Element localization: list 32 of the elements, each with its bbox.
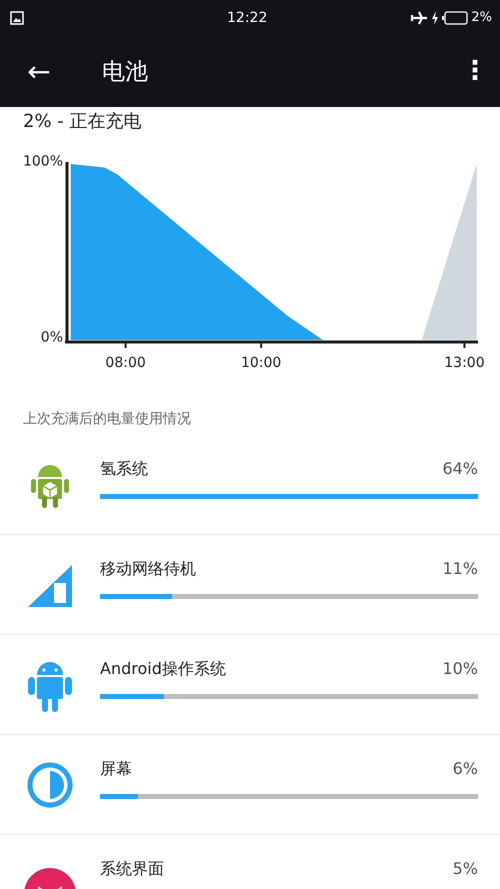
usage-percent: 64% [442, 459, 478, 480]
usage-percent: 6% [452, 759, 478, 780]
app-usage-row[interactable]: 系统界面 5% [0, 835, 500, 889]
usage-percent: 11% [442, 559, 478, 580]
image-icon [10, 10, 24, 24]
screen-title: 电池 [102, 58, 149, 86]
airplane-icon [410, 10, 428, 24]
app-usage-row[interactable]: 移动网络待机 11% [0, 535, 500, 635]
back-button[interactable]: ← [12, 54, 66, 88]
battery-status: 2% - 正在充电 [22, 110, 142, 134]
app-name: 移动网络待机 [100, 559, 196, 580]
clock-time: 12:22 [226, 10, 268, 26]
overflow-menu-button[interactable]: ⋮ [450, 56, 500, 86]
y-tick-label: 0% [40, 329, 63, 346]
x-tick-label: 10:00 [240, 355, 282, 371]
half-circle-icon [26, 760, 74, 808]
usage-percent: 10% [442, 659, 478, 680]
app-usage-row[interactable]: 氢系统 64% [0, 435, 500, 535]
app-usage-row[interactable]: 屏幕 6% [0, 735, 500, 835]
app-name: 屏幕 [100, 759, 132, 780]
x-tick-label: 13:00 [444, 355, 485, 371]
charging-bolt-icon [431, 10, 440, 24]
x-tick-label: 08:00 [105, 355, 146, 371]
app-name: 氢系统 [100, 459, 148, 480]
battery-icon [442, 10, 468, 24]
y-tick-label: 100% [22, 153, 63, 170]
app-name: Android操作系统 [100, 659, 226, 680]
app-name: 系统界面 [100, 859, 164, 880]
app-usage-row[interactable]: Android操作系统 10% [0, 635, 500, 735]
usage-percent: 5% [452, 859, 478, 880]
section-heading: 上次充满后的电量使用情况 [22, 410, 192, 429]
battery-percent: 2% [471, 10, 492, 25]
